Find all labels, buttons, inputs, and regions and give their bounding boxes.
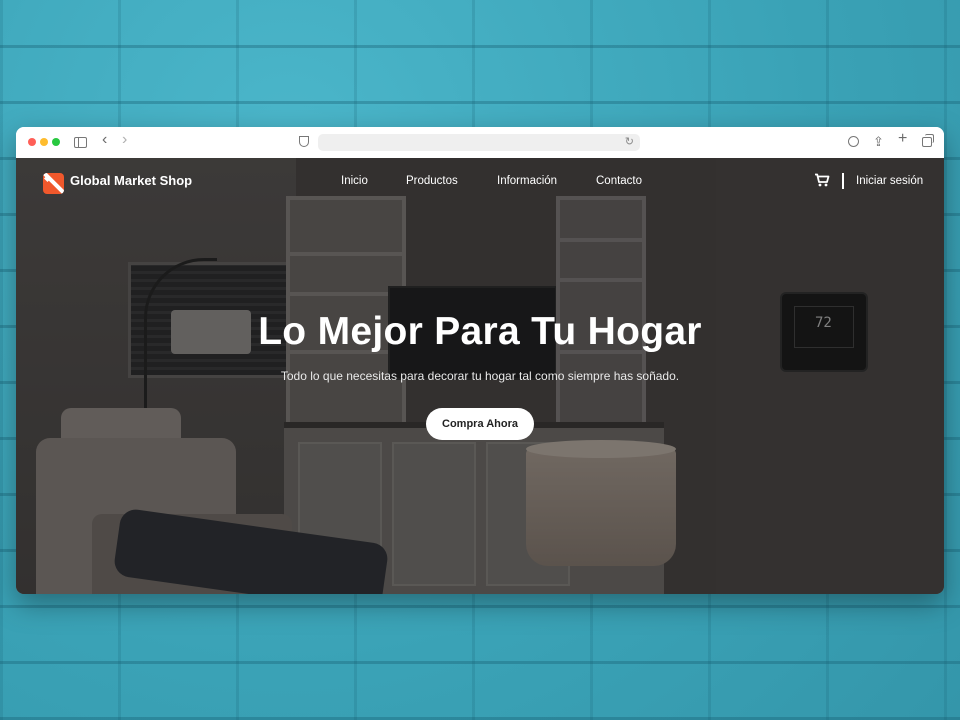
login-link[interactable]: Iniciar sesión [856, 174, 923, 188]
address-bar[interactable]: ↻ [318, 134, 640, 151]
nav-link-productos[interactable]: Productos [406, 174, 458, 188]
minimize-window-button[interactable] [40, 138, 48, 146]
hero-subtitle: Todo lo que necesitas para decorar tu ho… [280, 369, 680, 383]
hero-title: Lo Mejor Para Tu Hogar [258, 310, 702, 353]
zoom-window-button[interactable] [52, 138, 60, 146]
cart-icon[interactable] [814, 173, 830, 187]
nav-link-contacto[interactable]: Contacto [596, 174, 642, 188]
browser-toolbar: ‹ › ↻ ⇪ + [16, 127, 944, 159]
forward-arrow-icon[interactable]: › [122, 132, 127, 148]
close-window-button[interactable] [28, 138, 36, 146]
downloads-icon[interactable] [848, 136, 859, 147]
nav-link-informacion[interactable]: Información [497, 174, 557, 188]
logo-text[interactable]: Global Market Shop [70, 172, 192, 189]
shop-now-button[interactable]: Compra Ahora [426, 408, 534, 440]
back-arrow-icon[interactable]: ‹ [102, 132, 107, 148]
site-navbar: Global Market Shop Inicio Productos Info… [16, 158, 944, 204]
reload-icon[interactable]: ↻ [625, 135, 634, 148]
browser-window: ‹ › ↻ ⇪ + 72 Global Market Shop Inicio P… [16, 127, 944, 594]
logo-icon[interactable] [43, 173, 64, 194]
web-page: 72 Global Market Shop Inicio Productos I… [16, 158, 944, 594]
new-tab-icon[interactable]: + [898, 131, 907, 147]
privacy-shield-icon[interactable] [299, 136, 309, 147]
nav-divider [842, 173, 844, 189]
sidebar-toggle-icon[interactable] [74, 137, 87, 148]
nav-link-inicio[interactable]: Inicio [341, 174, 368, 188]
tab-overview-icon[interactable] [922, 134, 934, 147]
share-icon[interactable]: ⇪ [873, 134, 884, 150]
